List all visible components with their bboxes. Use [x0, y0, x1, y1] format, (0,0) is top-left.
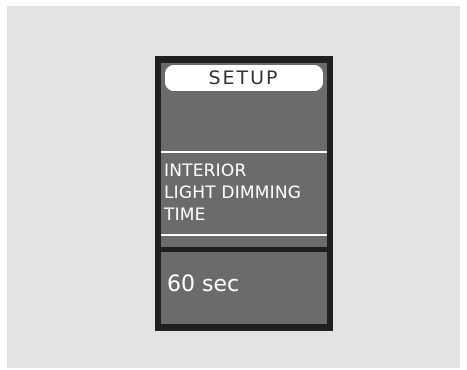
setting-title-line-1: INTERIOR	[164, 161, 247, 181]
setting-value: 60 sec	[167, 272, 240, 297]
setup-header: SETUP	[165, 65, 323, 91]
divider-bottom	[161, 234, 327, 236]
setting-panel: SETUP INTERIOR LIGHT DIMMING TIME	[161, 63, 327, 247]
setting-title: INTERIOR LIGHT DIMMING TIME	[164, 160, 327, 226]
image-frame: SETUP INTERIOR LIGHT DIMMING TIME 60 sec	[7, 6, 460, 368]
setting-title-line-3: TIME	[164, 205, 206, 225]
value-panel: 60 sec	[161, 252, 327, 324]
divider-top	[161, 151, 327, 153]
setup-header-label: SETUP	[208, 67, 280, 89]
setup-display: SETUP INTERIOR LIGHT DIMMING TIME 60 sec	[155, 56, 333, 331]
setting-title-line-2: LIGHT DIMMING	[164, 183, 302, 203]
